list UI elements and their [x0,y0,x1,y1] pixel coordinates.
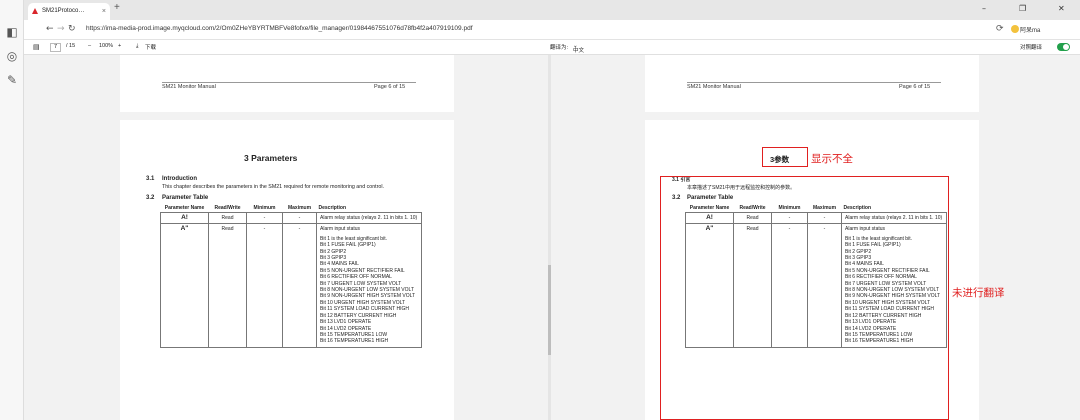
reload-icon[interactable]: ↻ [68,24,76,34]
pdf-page-original: 3 Parameters 3.1 Introduction This chapt… [120,120,454,420]
table-header-row: Parameter Name Read/Write Minimum Maximu… [161,204,422,213]
param-name: A" [160,223,209,348]
tab-back-icon[interactable]: ◧ [4,24,20,40]
translate-language-select[interactable]: 中文 ⌄ [573,43,584,54]
bit-line: Bit 16 TEMPERATURE1 HIGH [320,338,389,345]
page-header-left: SM21 Monitor Manual [687,84,741,90]
compare-translate-toggle[interactable] [1057,43,1070,51]
document-viewport[interactable]: SM21 Monitor Manual Page 6 of 15 3 Param… [24,55,1080,420]
chapter-title: 3 Parameters [244,153,298,163]
intro-text: This chapter describes the parameters in… [162,184,384,190]
user-name[interactable]: 阿呆ma [1020,25,1040,34]
back-icon[interactable]: ← [46,24,54,34]
annotation-box-title [762,147,808,167]
zoom-in-button[interactable]: + [118,43,121,49]
table-row: A" Read - - Alarm input status Bit 1 is … [160,223,422,348]
tab-close-button[interactable]: × [102,3,106,20]
param-desc: Alarm relay status (relays 2. 11 in bits… [316,211,422,225]
page-header-left: SM21 Monitor Manual [162,84,216,90]
previous-page-left: SM21 Monitor Manual Page 6 of 15 [120,55,454,112]
section-number: 3.2 [146,195,155,201]
param-max: - [282,211,317,225]
sidebar-search-icon[interactable]: ◎ [4,48,20,64]
column-header: Description [318,205,347,211]
tab-bar: SM21Protoco… × + – ❐ ✕ [24,0,1080,20]
param-name: A! [160,211,209,225]
column-header: Maximum [287,205,312,211]
annotation-incomplete: 显示不全 [811,153,853,165]
section-number: 3.1 [146,176,155,182]
pdf-tab-icon [32,8,38,14]
param-rw: Read [208,211,247,225]
minimize-button[interactable]: – [982,4,986,13]
url-field[interactable]: https://ima-media-prod.image.myqcloud.co… [86,25,473,32]
param-min: - [246,211,283,225]
section-title: Introduction [162,176,197,182]
tab-title: SM21Protoco… [42,8,85,14]
app-sidebar: ◧ ◎ ✎ [0,0,24,420]
column-header: Parameter Name [164,205,205,211]
new-tab-button[interactable]: + [114,2,120,13]
forward-icon[interactable]: → [57,24,65,34]
avatar[interactable] [1011,25,1019,33]
page-header-right: Page 6 of 15 [374,84,406,90]
split-divider-handle[interactable] [548,265,551,355]
maximize-button[interactable]: ❐ [1019,4,1026,13]
parameter-table: Parameter Name Read/Write Minimum Maximu… [160,204,422,348]
param-desc: Alarm input status Bit 1 is the least si… [316,223,422,348]
pdf-toolbar: ▤ 7 / 15 – 100% + ⤓ 下载 翻译为: 中文 ⌄ 对照翻译 [24,40,1080,55]
param-max: - [282,223,317,348]
annotation-untranslated: 未进行翻译 [952,287,1005,299]
page-total: / 15 [66,43,76,49]
address-bar: ← → ↻ https://ima-media-prod.image.myqcl… [24,20,1080,40]
param-min: - [246,223,283,348]
split-divider[interactable] [548,55,551,420]
sidebar-collapse-icon[interactable]: ▤ [33,43,40,51]
page-header-right: Page 6 of 15 [899,84,931,90]
param-rw: Read [208,223,247,348]
bit-line: Bit 11 SYSTEM LOAD CURRENT HIGH [320,306,409,313]
column-header: Read/Write [214,205,241,211]
param-desc-text: Alarm input status [320,226,361,233]
download-icon[interactable]: ⤓ [136,43,138,50]
compare-translate-label: 对照翻译 [1020,45,1043,51]
browser-tab[interactable]: SM21Protoco… × [28,3,110,20]
page-number-input[interactable]: 7 [50,43,62,52]
extension-icon[interactable]: ⟳ [996,24,1004,34]
header-rule [687,82,941,83]
bit-list: Bit 1 is the least significant bit. Bit … [320,236,418,345]
column-header: Minimum [253,205,276,211]
close-window-button[interactable]: ✕ [1058,4,1065,13]
download-button[interactable]: 下载 [145,43,156,51]
section-title: Parameter Table [162,195,209,201]
table-row: A! Read - - Alarm relay status (relays 2… [160,211,422,225]
translate-label: 翻译为: [550,45,569,51]
bit-line: Bit 9 NON-URGENT HIGH SYSTEM VOLT [320,293,416,300]
zoom-out-button[interactable]: – [88,43,91,49]
annotation-box-table [660,176,949,420]
previous-page-right: SM21 Monitor Manual Page 6 of 15 [645,55,979,112]
header-rule [162,82,416,83]
sidebar-edit-icon[interactable]: ✎ [4,72,20,88]
zoom-level: 100% [99,43,114,49]
